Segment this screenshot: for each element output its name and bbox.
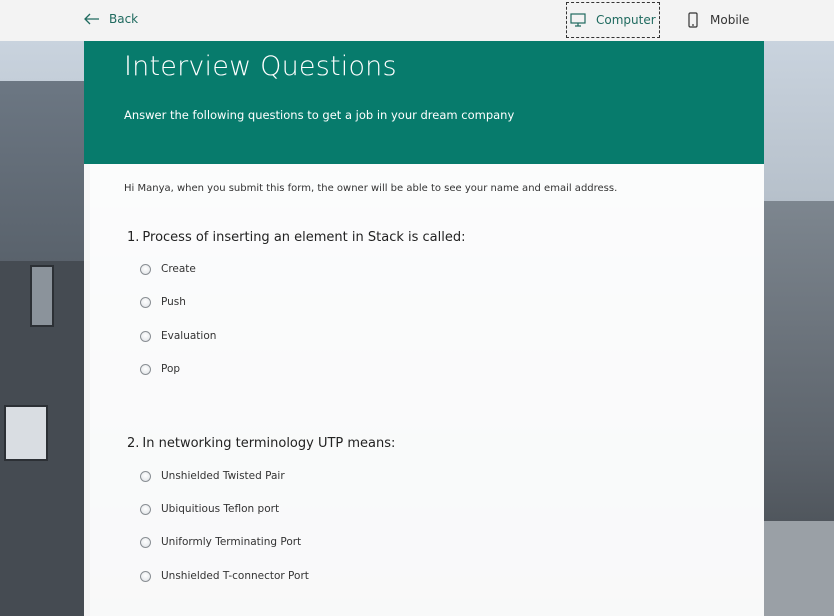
form-header: Interview Questions Answer the following… (84, 41, 764, 164)
option-push[interactable]: Push (140, 296, 186, 308)
option-label: Ubiquitious Teflon port (161, 503, 280, 515)
mobile-view-button[interactable]: Mobile (688, 12, 749, 28)
radio-button[interactable] (140, 470, 151, 482)
radio-button[interactable] (140, 536, 151, 548)
privacy-notice: Hi Manya, when you submit this form, the… (124, 183, 618, 194)
question-1: 1. Process of inserting an element in Sta… (127, 230, 465, 245)
mobile-view-label: Mobile (710, 13, 750, 27)
option-pop[interactable]: Pop (140, 363, 180, 375)
question-number: 2. (127, 436, 140, 451)
back-button[interactable]: Back (84, 12, 138, 26)
radio-button[interactable] (140, 263, 151, 275)
form-card: Interview Questions Answer the following… (84, 41, 764, 616)
option-evaluation[interactable]: Evaluation (140, 330, 216, 342)
top-bar: Back Computer Mobile (0, 0, 834, 41)
option-unshielded-twisted-pair[interactable]: Unshielded Twisted Pair (140, 470, 285, 482)
option-label: Pop (161, 363, 181, 375)
option-unshielded-t-connector-port[interactable]: Unshielded T-connector Port (140, 570, 309, 582)
radio-button[interactable] (140, 503, 151, 515)
question-2: 2. In networking terminology UTP means: (127, 436, 395, 451)
radio-button[interactable] (140, 296, 151, 308)
option-create[interactable]: Create (140, 263, 196, 275)
option-label: Uniformly Terminating Port (161, 536, 302, 548)
question-text: Process of inserting an element in Stack… (142, 230, 466, 245)
question-number: 1. (127, 230, 140, 245)
radio-button[interactable] (140, 363, 151, 375)
option-ubiquitious-teflon-port[interactable]: Ubiquitious Teflon port (140, 503, 279, 515)
form-subtitle: Answer the following questions to get a … (124, 108, 515, 122)
option-label: Evaluation (161, 330, 217, 342)
background-road (764, 521, 834, 616)
phone-icon (688, 12, 698, 28)
radio-button[interactable] (140, 330, 151, 342)
background-window (30, 265, 54, 327)
option-label: Unshielded T-connector Port (161, 570, 309, 582)
computer-view-label: Computer (596, 13, 656, 27)
option-label: Unshielded Twisted Pair (161, 470, 285, 482)
background-window (4, 405, 48, 461)
radio-button[interactable] (140, 570, 151, 582)
option-label: Create (161, 263, 196, 275)
computer-view-button[interactable]: Computer (566, 2, 660, 38)
monitor-icon (570, 13, 586, 27)
back-arrow-icon (84, 13, 99, 25)
option-label: Push (161, 296, 186, 308)
question-text: In networking terminology UTP means: (142, 436, 396, 451)
form-title: Interview Questions (124, 51, 397, 82)
option-uniformly-terminating-port[interactable]: Uniformly Terminating Port (140, 536, 301, 548)
back-label: Back (109, 12, 139, 26)
